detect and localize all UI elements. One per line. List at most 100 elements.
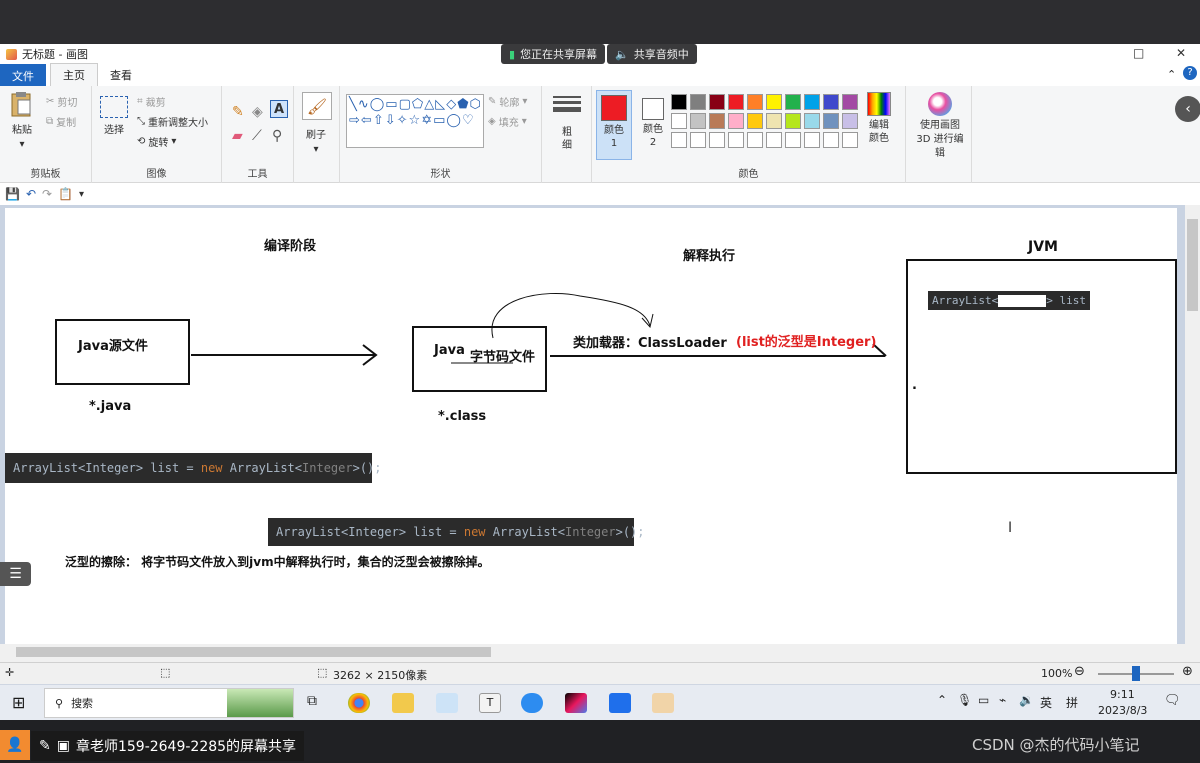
palette-swatch[interactable] bbox=[728, 132, 744, 148]
customize-qat-icon[interactable]: ▾ bbox=[79, 189, 84, 200]
user-avatar-icon[interactable]: 👤 bbox=[0, 730, 30, 760]
select-button[interactable]: 选择 bbox=[100, 96, 128, 136]
network-icon[interactable]: ⌁ bbox=[999, 693, 1006, 707]
crop-button[interactable]: ⌗ 裁剪 bbox=[137, 94, 166, 109]
palette-swatch[interactable] bbox=[671, 94, 687, 110]
paste-button[interactable]: 粘贴 ▾ bbox=[10, 90, 34, 150]
drawing-canvas[interactable]: 编译阶段 解释执行 JVM Java源文件 *.java Java 字节码文件 … bbox=[5, 208, 1177, 651]
palette-swatch[interactable] bbox=[842, 132, 858, 148]
shapes-gallery[interactable]: ╲ ∿ ◯ ▭ ▢ ⬠ △ ◺ ◇ ⬟ ⬡ ⇨ ⇦ ⇧ ⇩ ✧ ☆ ✡ ▭ ◯ ♡ bbox=[346, 94, 484, 148]
palette-swatch[interactable] bbox=[690, 113, 706, 129]
battery-icon[interactable]: ▭ bbox=[978, 693, 989, 707]
coffee-app-icon[interactable] bbox=[652, 693, 674, 713]
horizontal-scrollbar[interactable] bbox=[0, 644, 1200, 660]
microphone-icon[interactable]: 🎙 bbox=[957, 693, 972, 707]
curve-shape-icon[interactable]: ∿ bbox=[358, 97, 369, 112]
group-paint3d[interactable]: 使用画图 3D 进行编辑 bbox=[906, 86, 972, 183]
palette-swatch[interactable] bbox=[709, 132, 725, 148]
line-shape-icon[interactable]: ╲ bbox=[349, 97, 357, 112]
tab-file[interactable]: 文件 bbox=[0, 64, 46, 86]
intellij-icon[interactable] bbox=[565, 693, 587, 713]
help-icon[interactable]: ? bbox=[1183, 66, 1197, 80]
palette-swatch[interactable] bbox=[671, 113, 687, 129]
palette-swatch[interactable] bbox=[766, 113, 782, 129]
paint-taskbar-icon[interactable] bbox=[436, 693, 458, 713]
palette-swatch[interactable] bbox=[842, 94, 858, 110]
palette-swatch[interactable] bbox=[747, 94, 763, 110]
eraser-icon[interactable]: ▰ bbox=[232, 128, 243, 144]
tab-home[interactable]: 主页 bbox=[50, 63, 98, 86]
palette-swatch[interactable] bbox=[804, 132, 820, 148]
palette-swatch[interactable] bbox=[766, 132, 782, 148]
rotate-button[interactable]: ⟲ 旋转 ▾ bbox=[137, 134, 176, 149]
color2-button[interactable]: 颜色 2 bbox=[636, 90, 670, 160]
taskbar-search-box[interactable]: ⚲ 搜索 bbox=[44, 688, 294, 718]
horizontal-scroll-thumb[interactable] bbox=[16, 647, 491, 657]
palette-swatch[interactable] bbox=[785, 94, 801, 110]
color1-button[interactable]: 颜色 1 bbox=[596, 90, 632, 160]
group-brushes[interactable]: 🖌 刷子 ▾ bbox=[294, 86, 340, 183]
meeting-app-icon[interactable] bbox=[609, 693, 631, 713]
redo-icon[interactable]: ↷ bbox=[42, 187, 52, 201]
arrow-up-shape-icon[interactable]: ⇧ bbox=[373, 113, 384, 128]
cut-button[interactable]: ✂ 剪切 bbox=[46, 94, 77, 109]
edit-colors-button[interactable]: 编辑颜色 bbox=[866, 92, 892, 145]
resize-button[interactable]: ⤡ 重新调整大小 bbox=[137, 114, 208, 129]
fill-bucket-icon[interactable]: ◈ bbox=[252, 104, 263, 120]
arrow-right-shape-icon[interactable]: ⇨ bbox=[349, 113, 360, 128]
star6-shape-icon[interactable]: ✡ bbox=[421, 113, 432, 128]
text-app-icon[interactable]: T bbox=[479, 693, 501, 713]
sharing-audio-indicator[interactable]: 🔈 共享音频中 bbox=[607, 44, 697, 64]
right-triangle-shape-icon[interactable]: ◺ bbox=[435, 97, 445, 112]
ime-mode[interactable]: 拼 bbox=[1066, 694, 1078, 711]
star4-shape-icon[interactable]: ✧ bbox=[397, 113, 408, 128]
paste-dropdown-icon[interactable]: ▾ bbox=[19, 139, 24, 150]
oval-shape-icon[interactable]: ◯ bbox=[370, 97, 385, 112]
palette-swatch[interactable] bbox=[804, 113, 820, 129]
callout-rect-shape-icon[interactable]: ▭ bbox=[433, 113, 445, 128]
notification-icon[interactable]: 🗨 bbox=[1164, 693, 1181, 708]
heart-shape-icon[interactable]: ♡ bbox=[462, 113, 474, 128]
palette-swatch[interactable] bbox=[842, 113, 858, 129]
arrow-left-shape-icon[interactable]: ⇦ bbox=[361, 113, 372, 128]
hexagon-shape-icon[interactable]: ⬡ bbox=[470, 97, 481, 112]
rounded-rect-shape-icon[interactable]: ▢ bbox=[399, 97, 411, 112]
palette-swatch[interactable] bbox=[747, 132, 763, 148]
palette-swatch[interactable] bbox=[709, 94, 725, 110]
task-view-icon[interactable]: ⧉ bbox=[307, 693, 317, 709]
palette-swatch[interactable] bbox=[823, 113, 839, 129]
input-language[interactable]: 英 bbox=[1040, 694, 1052, 711]
tab-view[interactable]: 查看 bbox=[98, 64, 144, 86]
polygon-shape-icon[interactable]: ⬠ bbox=[412, 97, 423, 112]
diamond-shape-icon[interactable]: ◇ bbox=[446, 97, 456, 112]
clock-time[interactable]: 9:11 bbox=[1110, 688, 1135, 701]
palette-swatch[interactable] bbox=[804, 94, 820, 110]
palette-swatch[interactable] bbox=[728, 113, 744, 129]
maximize-button[interactable]: □ bbox=[1133, 46, 1144, 60]
magnifier-icon[interactable]: ⚲ bbox=[272, 128, 282, 144]
palette-swatch[interactable] bbox=[785, 132, 801, 148]
palette-swatch[interactable] bbox=[766, 94, 782, 110]
side-panel-toggle-icon[interactable]: ‹ bbox=[1175, 96, 1200, 122]
star5-shape-icon[interactable]: ☆ bbox=[409, 113, 421, 128]
palette-swatch[interactable] bbox=[823, 132, 839, 148]
zoom-out-icon[interactable]: ⊖ bbox=[1074, 664, 1085, 679]
rect-shape-icon[interactable]: ▭ bbox=[385, 97, 397, 112]
arrow-down-shape-icon[interactable]: ⇩ bbox=[385, 113, 396, 128]
zoom-slider-thumb[interactable] bbox=[1132, 666, 1140, 681]
group-size[interactable]: 粗细 bbox=[542, 86, 592, 183]
palette-swatch[interactable] bbox=[671, 132, 687, 148]
palette-swatch[interactable] bbox=[690, 94, 706, 110]
pencil-icon[interactable]: ✎ bbox=[232, 104, 244, 120]
save-icon[interactable]: 💾 bbox=[5, 187, 20, 201]
zoom-in-icon[interactable]: ⊕ bbox=[1182, 664, 1193, 679]
windows-start-icon[interactable]: ⊞ bbox=[12, 693, 25, 712]
clock-date[interactable]: 2023/8/3 bbox=[1098, 704, 1147, 717]
triangle-shape-icon[interactable]: △ bbox=[424, 97, 434, 112]
palette-swatch[interactable] bbox=[785, 113, 801, 129]
chrome-icon[interactable] bbox=[348, 693, 370, 713]
collapse-ribbon-icon[interactable]: ⌃ bbox=[1167, 68, 1176, 81]
callout-oval-shape-icon[interactable]: ◯ bbox=[446, 113, 461, 128]
undo-icon[interactable]: ↶ bbox=[26, 187, 36, 201]
palette-swatch[interactable] bbox=[747, 113, 763, 129]
